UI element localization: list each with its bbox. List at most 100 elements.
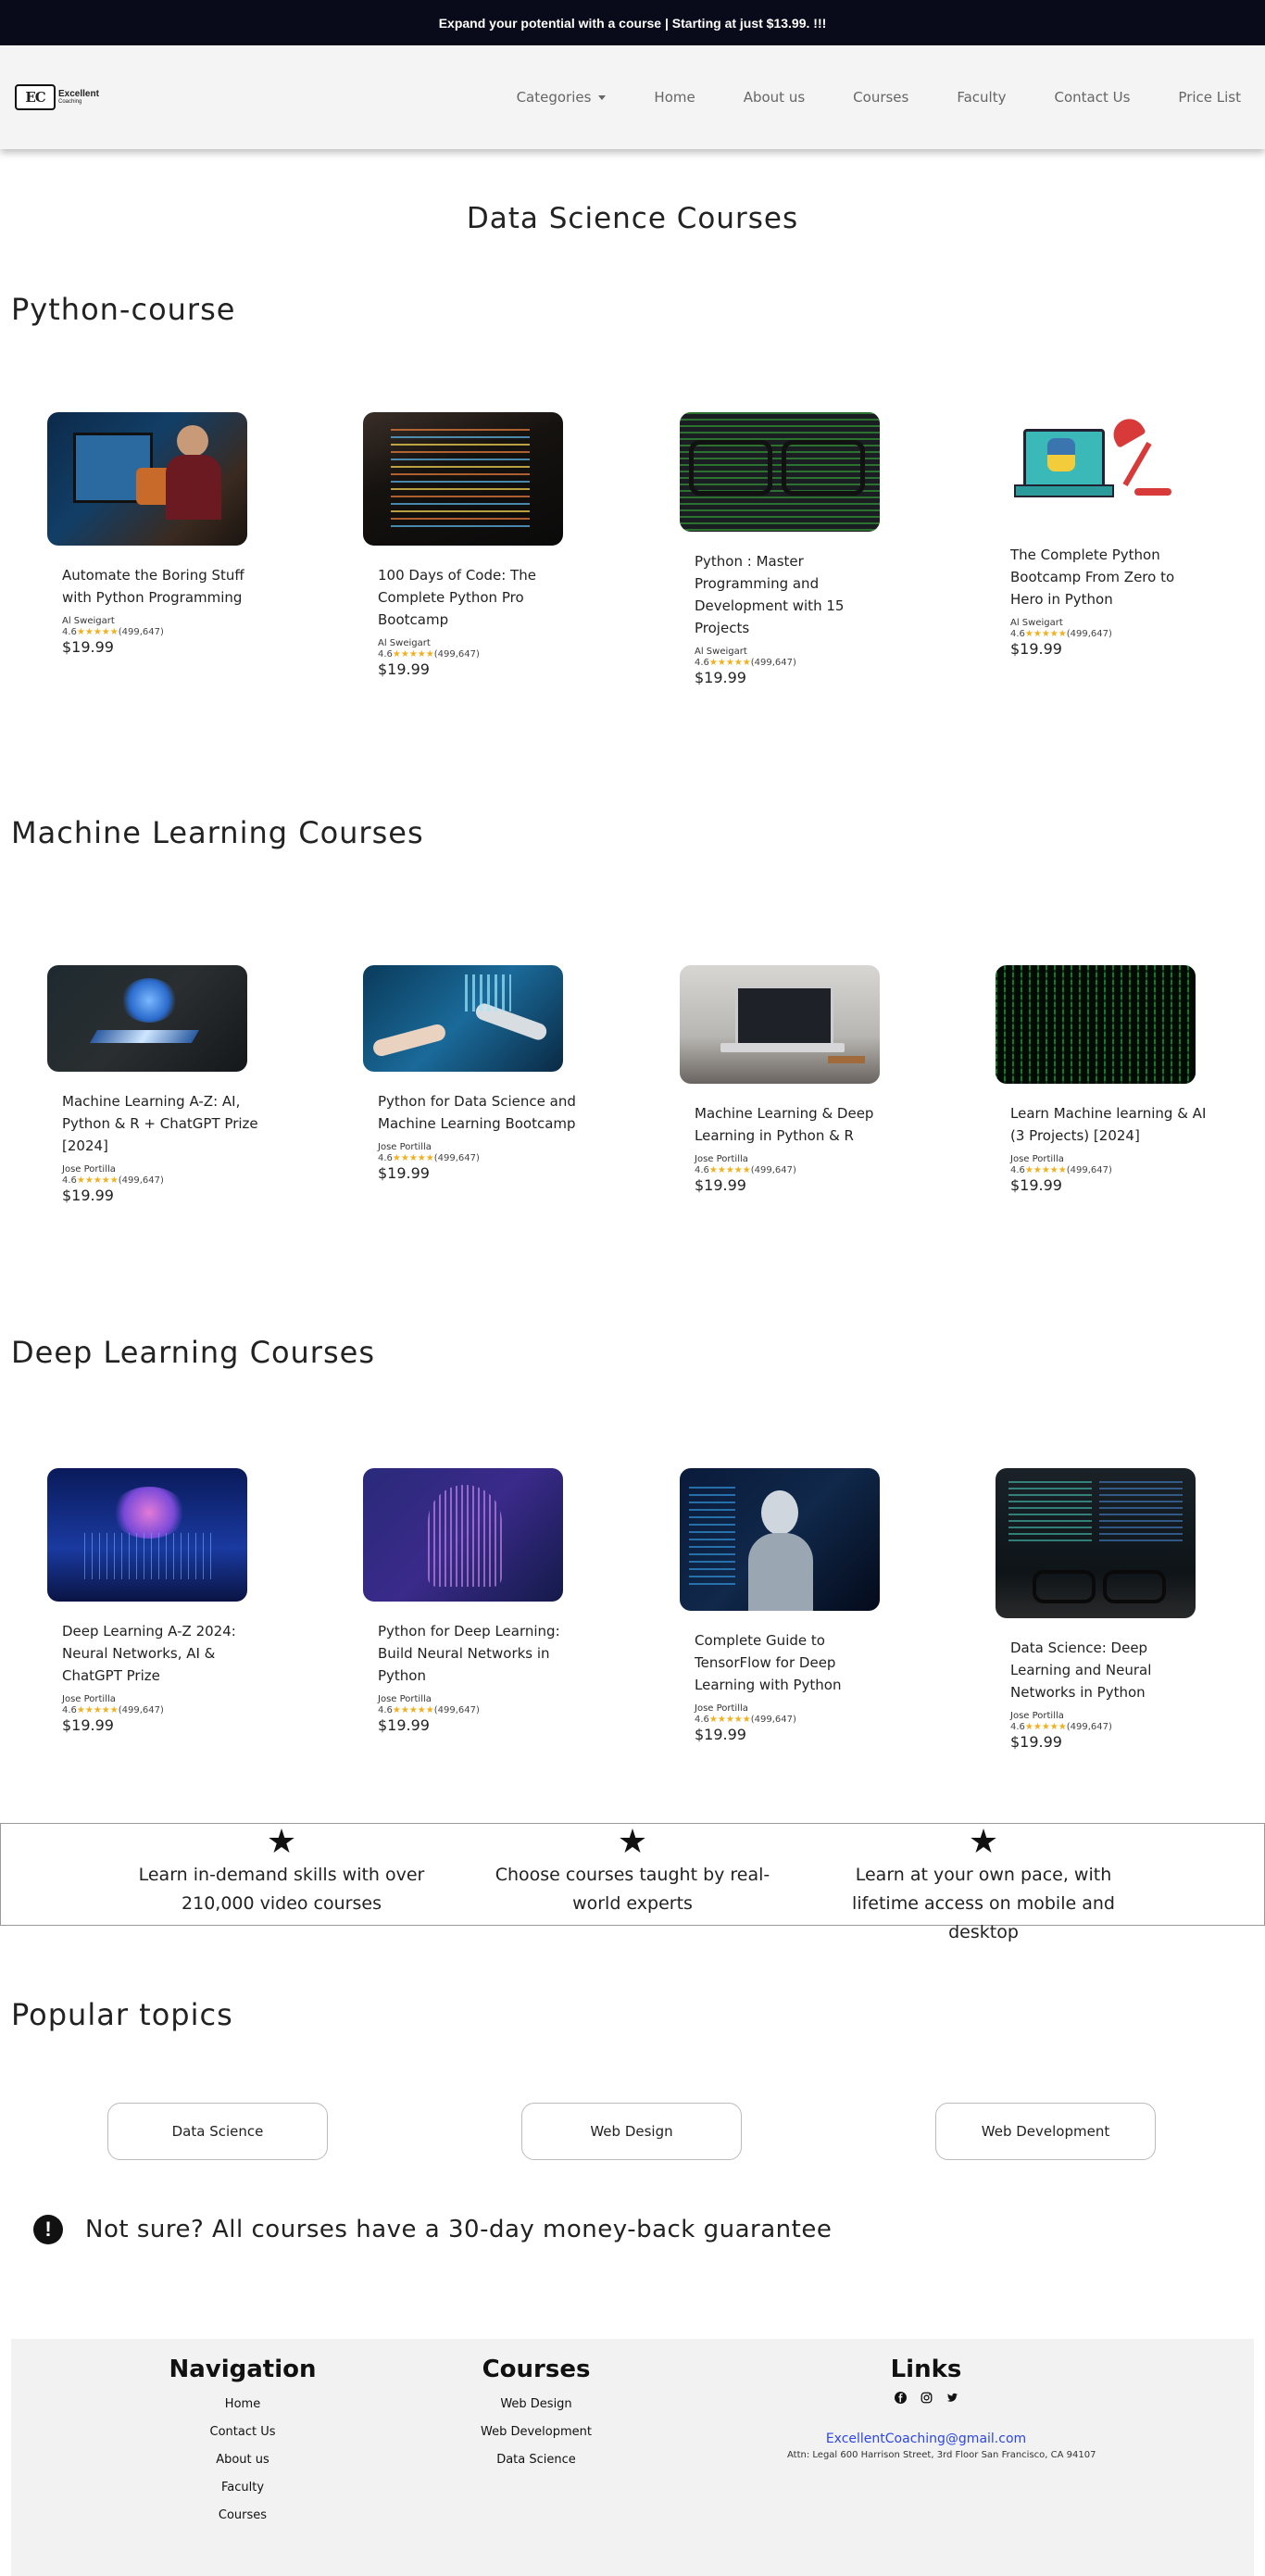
course-title[interactable]: Data Science: Deep Learning and Neural N… — [1010, 1637, 1209, 1703]
course-rating: 4.6★★★★★(499,647) — [62, 1175, 247, 1186]
review-count: (499,647) — [750, 1165, 796, 1175]
star-rating-icon: ★★★★★ — [76, 627, 119, 637]
caret-down-icon — [598, 95, 607, 100]
star-rating-icon: ★★★★★ — [1024, 1722, 1067, 1732]
nav-price-list[interactable]: Price List — [1178, 89, 1241, 106]
logo-mark: EC — [15, 84, 56, 110]
guarantee-text: Not sure? All courses have a 30-day mone… — [85, 2216, 833, 2243]
rating-value: 4.6 — [1010, 1165, 1025, 1175]
course-rating: 4.6★★★★★(499,647) — [1010, 1722, 1196, 1732]
star-rating-icon: ★★★★★ — [1024, 629, 1067, 639]
footer-link-contact-us[interactable]: Contact Us — [104, 2425, 382, 2439]
course-card[interactable]: 100 Days of Code: The Complete Python Pr… — [363, 412, 563, 678]
footer-link-faculty[interactable]: Faculty — [104, 2481, 382, 2494]
star-rating-icon: ★★★★★ — [708, 1165, 751, 1175]
footer-heading: Navigation — [169, 2356, 317, 2383]
course-price: $19.99 — [695, 1726, 746, 1743]
course-title[interactable]: Machine Learning A-Z: AI, Python & R + C… — [62, 1090, 261, 1157]
course-author: Jose Portilla — [1010, 1711, 1064, 1721]
course-price: $19.99 — [695, 1176, 746, 1194]
rating-value: 4.6 — [62, 1705, 77, 1715]
course-card[interactable]: Machine Learning & Deep Learning in Pyth… — [680, 965, 880, 1194]
course-author: Jose Portilla — [695, 1703, 748, 1714]
course-rating: 4.6★★★★★(499,647) — [378, 1705, 563, 1715]
rating-value: 4.6 — [695, 1165, 709, 1175]
rating-value: 4.6 — [62, 1175, 77, 1186]
nav-contact-us[interactable]: Contact Us — [1054, 89, 1130, 106]
nav-label: Categories — [516, 89, 592, 106]
course-title[interactable]: Deep Learning A-Z 2024: Neural Networks,… — [62, 1620, 261, 1687]
course-card[interactable]: Machine Learning A-Z: AI, Python & R + C… — [47, 965, 258, 1204]
footer-link-courses[interactable]: Courses — [104, 2508, 382, 2522]
course-card[interactable]: Python : Master Programming and Developm… — [680, 412, 880, 686]
course-author: Jose Portilla — [62, 1694, 116, 1704]
course-image-glowing-brain — [47, 965, 247, 1072]
footer: Navigation Home Contact Us About us Facu… — [11, 2339, 1254, 2576]
section-title-machine-learning: Machine Learning Courses — [11, 815, 424, 850]
course-rating: 4.6★★★★★(499,647) — [62, 627, 247, 637]
promo-text: Expand your potential with a course | St… — [438, 15, 827, 31]
course-title[interactable]: Learn Machine learning & AI (3 Projects)… — [1010, 1102, 1209, 1147]
footer-link-about-us[interactable]: About us — [104, 2453, 382, 2467]
section-title-deep-learning: Deep Learning Courses — [11, 1335, 375, 1370]
course-title[interactable]: Automate the Boring Stuff with Python Pr… — [62, 564, 261, 609]
course-rating: 4.6★★★★★(499,647) — [695, 1715, 880, 1725]
rating-value: 4.6 — [695, 1715, 709, 1725]
star-icon: ★ — [266, 1823, 297, 1861]
twitter-icon[interactable] — [946, 2391, 958, 2404]
course-author: Jose Portilla — [62, 1164, 116, 1175]
nav-faculty[interactable]: Faculty — [957, 89, 1006, 106]
footer-link-web-design[interactable]: Web Design — [397, 2397, 675, 2411]
course-title[interactable]: Python : Master Programming and Developm… — [695, 550, 894, 639]
facebook-icon[interactable] — [894, 2391, 907, 2404]
nav-home[interactable]: Home — [654, 89, 695, 106]
instagram-icon[interactable] — [920, 2391, 933, 2404]
course-card[interactable]: Python for Data Science and Machine Lear… — [363, 965, 576, 1182]
course-title[interactable]: Machine Learning & Deep Learning in Pyth… — [695, 1102, 894, 1147]
footer-link-home[interactable]: Home — [104, 2397, 382, 2411]
nav-about-us[interactable]: About us — [744, 89, 805, 106]
page-title: Data Science Courses — [466, 202, 799, 235]
nav-courses[interactable]: Courses — [853, 89, 908, 106]
topic-web-development-button[interactable]: Web Development — [935, 2103, 1156, 2160]
review-count: (499,647) — [1066, 629, 1112, 639]
nav-categories-dropdown[interactable]: Categories — [517, 89, 607, 106]
rating-value: 4.6 — [62, 627, 77, 637]
course-price: $19.99 — [1010, 640, 1062, 658]
course-card[interactable]: Data Science: Deep Learning and Neural N… — [996, 1468, 1196, 1751]
course-price: $19.99 — [62, 638, 114, 656]
course-price: $19.99 — [378, 1164, 430, 1182]
topic-web-design-button[interactable]: Web Design — [521, 2103, 742, 2160]
feature-text: Learn at your own pace, with lifetime ac… — [852, 1865, 1115, 1942]
course-title[interactable]: 100 Days of Code: The Complete Python Pr… — [378, 564, 577, 631]
course-card[interactable]: The Complete Python Bootcamp From Zero t… — [996, 412, 1196, 658]
logo-line1: Excellent — [58, 89, 99, 99]
course-title[interactable]: Python for Data Science and Machine Lear… — [378, 1090, 577, 1135]
course-title[interactable]: The Complete Python Bootcamp From Zero t… — [1010, 544, 1209, 610]
course-title[interactable]: Python for Deep Learning: Build Neural N… — [378, 1620, 577, 1687]
course-title[interactable]: Complete Guide to TensorFlow for Deep Le… — [695, 1629, 894, 1696]
course-card[interactable]: Deep Learning A-Z 2024: Neural Networks,… — [47, 1468, 247, 1734]
course-price: $19.99 — [62, 1716, 114, 1734]
footer-email-link[interactable]: ExcellentCoaching@gmail.com — [787, 2431, 1065, 2446]
course-image-green-matrix — [996, 965, 1196, 1084]
logo[interactable]: EC Excellent Coaching — [15, 84, 99, 110]
footer-link-web-development[interactable]: Web Development — [397, 2425, 675, 2439]
course-rating: 4.6★★★★★(499,647) — [378, 1153, 563, 1163]
course-author: Al Sweigart — [695, 647, 747, 657]
feature-text: Choose courses taught by real-world expe… — [495, 1865, 770, 1914]
course-card[interactable]: Complete Guide to TensorFlow for Deep Le… — [680, 1468, 880, 1743]
course-rating: 4.6★★★★★(499,647) — [62, 1705, 247, 1715]
rating-value: 4.6 — [378, 649, 393, 660]
review-count: (499,647) — [118, 627, 164, 637]
course-card[interactable]: Python for Deep Learning: Build Neural N… — [363, 1468, 563, 1734]
star-rating-icon: ★★★★★ — [392, 649, 434, 660]
footer-link-data-science[interactable]: Data Science — [397, 2453, 675, 2467]
review-count: (499,647) — [1066, 1165, 1112, 1175]
course-card[interactable]: Learn Machine learning & AI (3 Projects)… — [996, 965, 1206, 1194]
feature-item: ★ Learn at your own pace, with lifetime … — [831, 1824, 1136, 1947]
footer-address: Attn: Legal 600 Harrison Street, 3rd Flo… — [787, 2450, 1096, 2460]
topic-data-science-button[interactable]: Data Science — [107, 2103, 328, 2160]
course-card[interactable]: Automate the Boring Stuff with Python Pr… — [47, 412, 247, 656]
star-rating-icon: ★★★★★ — [392, 1153, 434, 1163]
